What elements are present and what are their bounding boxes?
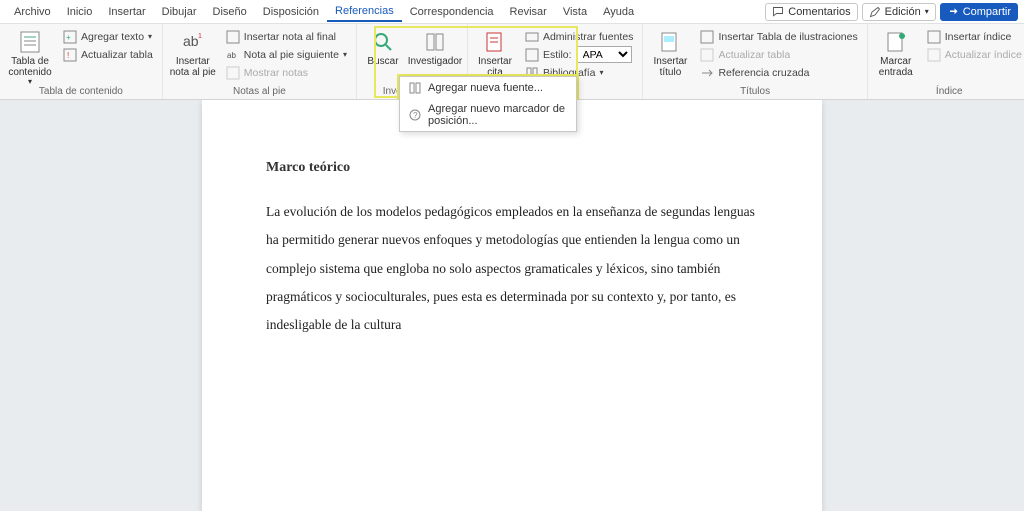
update-captions-button[interactable]: Actualizar tabla: [697, 46, 860, 63]
endnote-icon: [226, 30, 240, 44]
insert-caption-button[interactable]: Insertar título: [649, 26, 691, 78]
search-label: Buscar: [367, 56, 398, 67]
svg-text:1: 1: [198, 33, 202, 40]
menu-diseno[interactable]: Diseño: [205, 3, 255, 21]
group-toc: Tabla de contenido▾ +Agregar texto▾ !Act…: [0, 24, 163, 99]
show-notes-icon: [226, 66, 240, 80]
group-index: Marcar entrada Insertar índice Actualiza…: [868, 24, 1024, 99]
add-new-placeholder-label: Agregar nuevo marcador de posición...: [428, 103, 568, 127]
insert-citation-label: Insertar cita: [478, 56, 512, 78]
citation-icon: [483, 30, 507, 54]
menu-dibujar[interactable]: Dibujar: [154, 3, 205, 21]
menu-inicio[interactable]: Inicio: [59, 3, 101, 21]
add-new-source-label: Agregar nueva fuente...: [428, 82, 543, 94]
insert-caption-label: Insertar título: [653, 56, 687, 78]
svg-text:ab: ab: [183, 33, 199, 49]
toc-button[interactable]: Tabla de contenido▾: [6, 26, 54, 87]
insert-citation-dropdown: Agregar nueva fuente... ? Agregar nuevo …: [399, 76, 577, 132]
group-captions-label: Títulos: [649, 84, 860, 99]
manage-sources-icon: [525, 30, 539, 44]
chevron-down-icon: ▾: [925, 7, 929, 16]
comments-button[interactable]: Comentarios: [765, 3, 857, 21]
svg-text:?: ?: [413, 111, 418, 120]
style-icon: [525, 48, 539, 62]
menu-referencias[interactable]: Referencias: [327, 2, 402, 22]
share-button[interactable]: Compartir: [940, 3, 1018, 21]
update-index-icon: [927, 48, 941, 62]
comment-icon: [772, 6, 784, 18]
insert-index-icon: [927, 30, 941, 44]
search-button[interactable]: Buscar: [363, 26, 403, 67]
svg-text:ab: ab: [227, 51, 236, 60]
document-area: Marco teórico La evolución de los modelo…: [0, 100, 1024, 511]
editing-label: Edición: [885, 6, 921, 18]
add-new-source-item[interactable]: Agregar nueva fuente...: [400, 77, 576, 99]
group-footnotes-label: Notas al pie: [169, 84, 350, 99]
menu-correspondencia[interactable]: Correspondencia: [402, 3, 502, 21]
search-icon: [371, 30, 395, 54]
insert-endnote-button[interactable]: Insertar nota al final: [223, 28, 350, 45]
menu-disposicion[interactable]: Disposición: [255, 3, 327, 21]
mark-entry-icon: [884, 30, 908, 54]
next-footnote-button[interactable]: abNota al pie siguiente▾: [223, 46, 350, 63]
menu-insertar[interactable]: Insertar: [100, 3, 153, 21]
update-icon: !: [63, 48, 77, 62]
group-index-label: Índice: [874, 84, 1024, 99]
caption-icon: [658, 30, 682, 54]
mark-entry-button[interactable]: Marcar entrada: [874, 26, 918, 78]
pencil-icon: [869, 6, 881, 18]
next-footnote-icon: ab: [226, 48, 240, 62]
group-toc-label: Tabla de contenido: [6, 84, 156, 99]
citation-style-select[interactable]: APA: [576, 46, 632, 63]
update-table-button[interactable]: !Actualizar tabla: [60, 46, 156, 63]
investigator-button[interactable]: Investigador: [409, 26, 461, 67]
toc-icon: [18, 30, 42, 54]
insert-footnote-button[interactable]: ab1 Insertar nota al pie: [169, 26, 217, 78]
menu-archivo[interactable]: Archivo: [6, 3, 59, 21]
menu-revisar[interactable]: Revisar: [502, 3, 555, 21]
comments-label: Comentarios: [788, 6, 850, 18]
update-index-button[interactable]: Actualizar índice: [924, 46, 1024, 63]
show-notes-button[interactable]: Mostrar notas: [223, 64, 350, 81]
investigator-label: Investigador: [408, 56, 462, 67]
add-text-icon: +: [63, 30, 77, 44]
menu-vista[interactable]: Vista: [555, 3, 595, 21]
menu-bar: Archivo Inicio Insertar Dibujar Diseño D…: [0, 0, 1024, 24]
insert-footnote-label: Insertar nota al pie: [170, 56, 216, 78]
svg-text:!: !: [67, 51, 69, 60]
document-page[interactable]: Marco teórico La evolución de los modelo…: [202, 100, 822, 511]
placeholder-icon: ?: [408, 108, 422, 122]
menu-ayuda[interactable]: Ayuda: [595, 3, 642, 21]
editing-button[interactable]: Edición ▾: [862, 3, 936, 21]
add-new-placeholder-item[interactable]: ? Agregar nuevo marcador de posición...: [400, 99, 576, 131]
document-paragraph: La evolución de los modelos pedagógicos …: [266, 198, 758, 340]
book-icon: [423, 30, 447, 54]
group-footnotes: ab1 Insertar nota al pie Insertar nota a…: [163, 24, 357, 99]
table-illus-icon: [700, 30, 714, 44]
add-text-button[interactable]: +Agregar texto▾: [60, 28, 156, 45]
insert-table-illustrations-button[interactable]: Insertar Tabla de ilustraciones: [697, 28, 860, 45]
toc-button-label: Tabla de contenido: [8, 56, 51, 78]
share-label: Compartir: [963, 6, 1011, 18]
manage-sources-button[interactable]: Administrar fuentes: [522, 28, 636, 45]
new-source-icon: [408, 81, 422, 95]
crossref-icon: [700, 66, 714, 80]
svg-text:+: +: [66, 33, 71, 42]
share-icon: [947, 6, 959, 18]
mark-entry-label: Marcar entrada: [879, 56, 913, 78]
cross-reference-button[interactable]: Referencia cruzada: [697, 64, 860, 81]
style-label: Estilo:: [543, 49, 572, 61]
insert-index-button[interactable]: Insertar índice: [924, 28, 1024, 45]
footnote-icon: ab1: [181, 30, 205, 54]
document-heading: Marco teórico: [266, 160, 758, 176]
group-captions: Insertar título Insertar Tabla de ilustr…: [643, 24, 867, 99]
update-captions-icon: [700, 48, 714, 62]
citation-style-row: Estilo: APA: [522, 46, 636, 63]
